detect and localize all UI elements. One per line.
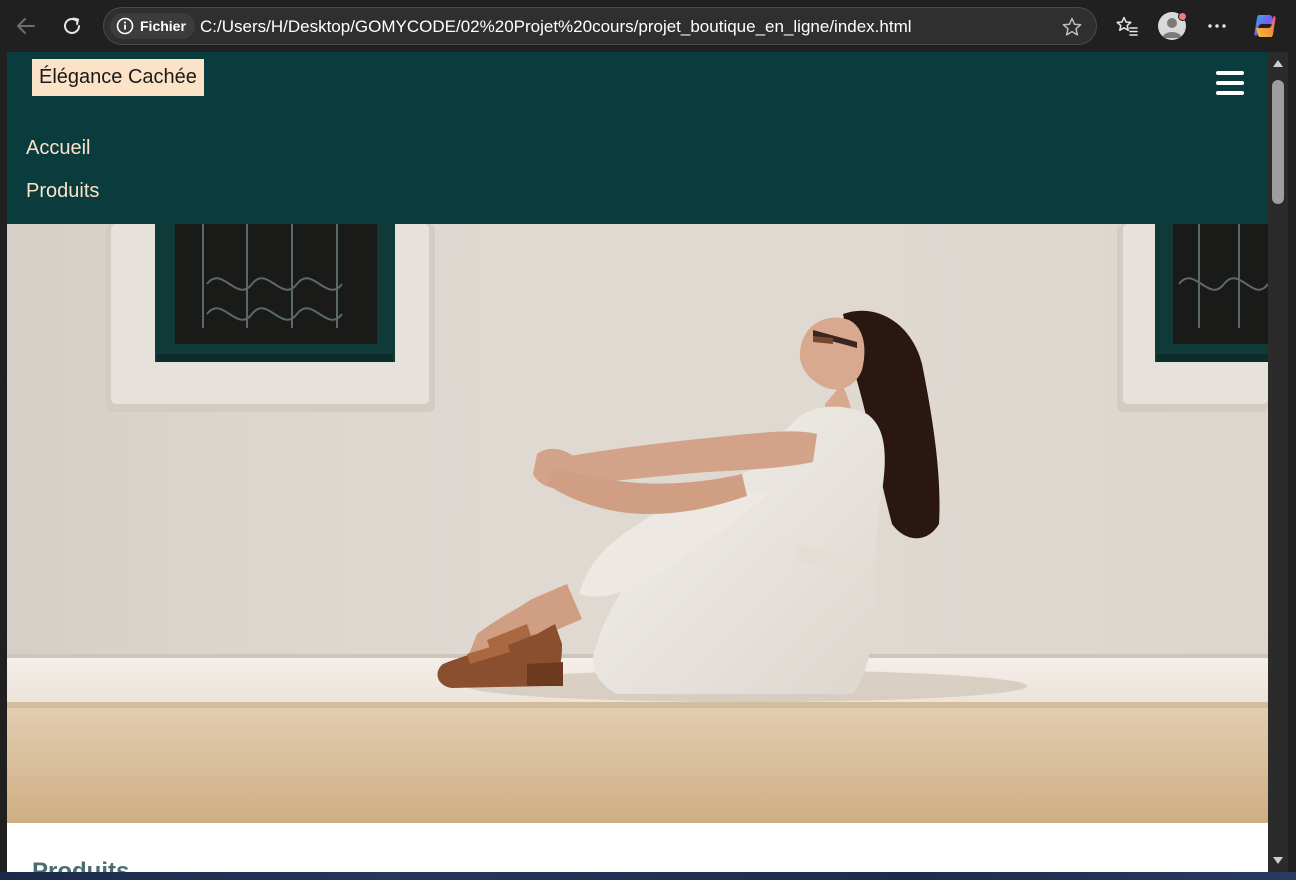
site-info-button[interactable]: Fichier (110, 13, 195, 39)
main-nav: Accueil Produits (26, 134, 99, 220)
back-button[interactable] (10, 10, 42, 42)
url-text[interactable]: C:/Users/H/Desktop/GOMYCODE/02%20Projet%… (200, 17, 912, 37)
scroll-up-arrow-icon[interactable] (1273, 60, 1283, 67)
hamburger-menu-icon[interactable] (1216, 71, 1244, 95)
nav-link-produits[interactable]: Produits (26, 177, 99, 205)
favorites-icon (1116, 16, 1138, 36)
reload-button[interactable] (56, 10, 88, 42)
info-icon (116, 17, 134, 35)
scroll-down-arrow-icon[interactable] (1273, 857, 1283, 864)
star-icon (1062, 17, 1082, 36)
browser-toolbar: Fichier C:/Users/H/Desktop/GOMYCODE/02%2… (0, 0, 1296, 52)
add-favorite-button[interactable] (1060, 15, 1084, 39)
site-logo[interactable]: Élégance Cachée (32, 59, 204, 96)
more-button[interactable] (1201, 10, 1233, 42)
favorites-button[interactable] (1111, 10, 1143, 42)
site-header: Élégance Cachée Accueil Produits (7, 52, 1268, 224)
nav-link-accueil[interactable]: Accueil (26, 134, 90, 162)
scroll-thumb[interactable] (1272, 80, 1284, 204)
section-title-produits: Produits (32, 858, 130, 872)
profile-notification-dot (1178, 12, 1187, 21)
site-info-label: Fichier (140, 18, 186, 34)
desktop-taskbar-edge (0, 872, 1296, 880)
nav-item-accueil: Accueil (26, 134, 99, 177)
address-bar[interactable]: Fichier C:/Users/H/Desktop/GOMYCODE/02%2… (103, 7, 1097, 45)
copilot-button[interactable] (1249, 10, 1281, 42)
reload-icon (64, 17, 80, 34)
hero-image (7, 224, 1268, 823)
copilot-icon (1254, 15, 1276, 37)
more-icon (1208, 24, 1226, 28)
page-scrollbar[interactable] (1268, 52, 1288, 872)
nav-item-produits: Produits (26, 177, 99, 220)
back-arrow-icon (17, 18, 35, 34)
page-viewport: Élégance Cachée Accueil Produits Produit… (7, 52, 1268, 872)
